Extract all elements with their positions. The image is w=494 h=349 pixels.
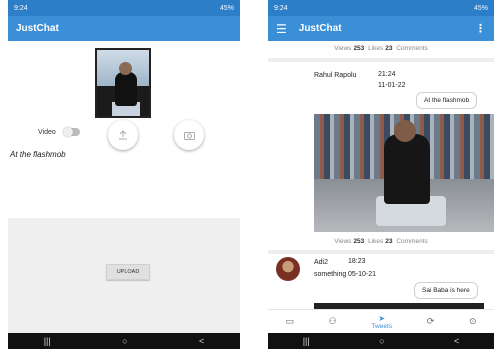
post-author[interactable]: Adi2	[314, 259, 328, 266]
send-icon: ➤	[378, 313, 386, 323]
people-tab-icon[interactable]: ⚇	[329, 316, 337, 327]
views-label: Views	[334, 45, 352, 52]
video-toggle[interactable]	[63, 127, 80, 137]
likes-label: Likes	[368, 238, 384, 245]
chat-tab-icon[interactable]: ▭	[285, 316, 294, 327]
comments-link[interactable]: Comments	[396, 238, 427, 245]
divider	[268, 58, 494, 62]
post-date: 05-10-21	[348, 271, 377, 278]
avatar[interactable]	[276, 257, 300, 281]
video-label: Video	[38, 129, 56, 136]
status-battery: 45%	[219, 4, 234, 12]
overflow-menu-icon[interactable]: ⋮	[475, 22, 486, 35]
post-time: 21:24	[378, 71, 396, 78]
feed-screen: 9:24 45% ☰ JustChat ⋮ Views 253 Likes 23 C…	[268, 0, 494, 349]
likes-count: 23	[385, 238, 393, 245]
recents-button[interactable]: |||	[44, 336, 51, 346]
post-stats: Views 253 Likes 23 Comments	[268, 238, 494, 245]
tweets-tab[interactable]: ➤ Tweets	[371, 314, 392, 330]
home-button[interactable]: ○	[379, 336, 384, 346]
app-bar: JustChat	[8, 16, 240, 41]
play-tab-icon[interactable]: ⊙	[469, 316, 477, 327]
system-nav-bar: ||| ○ <	[8, 333, 240, 349]
back-button[interactable]: <	[454, 336, 459, 346]
app-title: JustChat	[298, 23, 342, 34]
video-thumbnail[interactable]	[95, 48, 151, 118]
post-subtitle: something	[314, 271, 347, 278]
status-bar: 9:24 45%	[8, 0, 240, 16]
comments-link[interactable]: Comments	[396, 45, 427, 52]
tweets-tab-label: Tweets	[371, 322, 393, 330]
post-stats: Views 253 Likes 23 Comments	[268, 45, 494, 52]
caption-text[interactable]: At the flashmob	[10, 150, 66, 159]
status-battery: 45%	[473, 4, 488, 12]
camera-icon	[183, 131, 195, 140]
post-author[interactable]: Rahul Rapolu	[314, 72, 356, 79]
app-bar: ☰ JustChat ⋮	[268, 16, 494, 41]
home-button[interactable]: ○	[122, 336, 127, 346]
post-date: 11-01-22	[378, 82, 406, 89]
hamburger-menu-icon[interactable]: ☰	[276, 22, 287, 36]
post-text: Sai Baba is here	[414, 282, 478, 299]
upload-media-button[interactable]	[108, 120, 138, 150]
upload-icon	[119, 130, 127, 140]
views-count: 253	[353, 238, 365, 245]
bottom-tab-bar: ▭ ⚇ ➤ Tweets ⟳ ⊙	[268, 309, 494, 333]
system-nav-bar: ||| ○ <	[268, 333, 494, 349]
status-time: 9:24	[14, 4, 28, 12]
likes-label: Likes	[368, 45, 384, 52]
refresh-tab-icon[interactable]: ⟳	[427, 316, 435, 327]
upload-button[interactable]: UPLOAD	[106, 264, 150, 280]
camera-button[interactable]	[174, 120, 204, 150]
app-title: JustChat	[16, 23, 59, 34]
status-bar: 9:24 45%	[268, 0, 494, 16]
views-count: 253	[353, 45, 365, 52]
divider	[268, 250, 494, 254]
media-controls: Video	[8, 120, 240, 150]
post-image[interactable]	[314, 114, 494, 232]
post-text: At the flashmob	[416, 92, 478, 109]
likes-count: 23	[385, 45, 393, 52]
upload-screen: 9:24 45% JustChat Video At the flashmob …	[8, 0, 240, 349]
back-button[interactable]: <	[199, 336, 204, 346]
post-time: 18:23	[348, 258, 366, 265]
status-time: 9:24	[274, 4, 288, 12]
recents-button[interactable]: |||	[303, 336, 310, 346]
views-label: Views	[334, 238, 352, 245]
